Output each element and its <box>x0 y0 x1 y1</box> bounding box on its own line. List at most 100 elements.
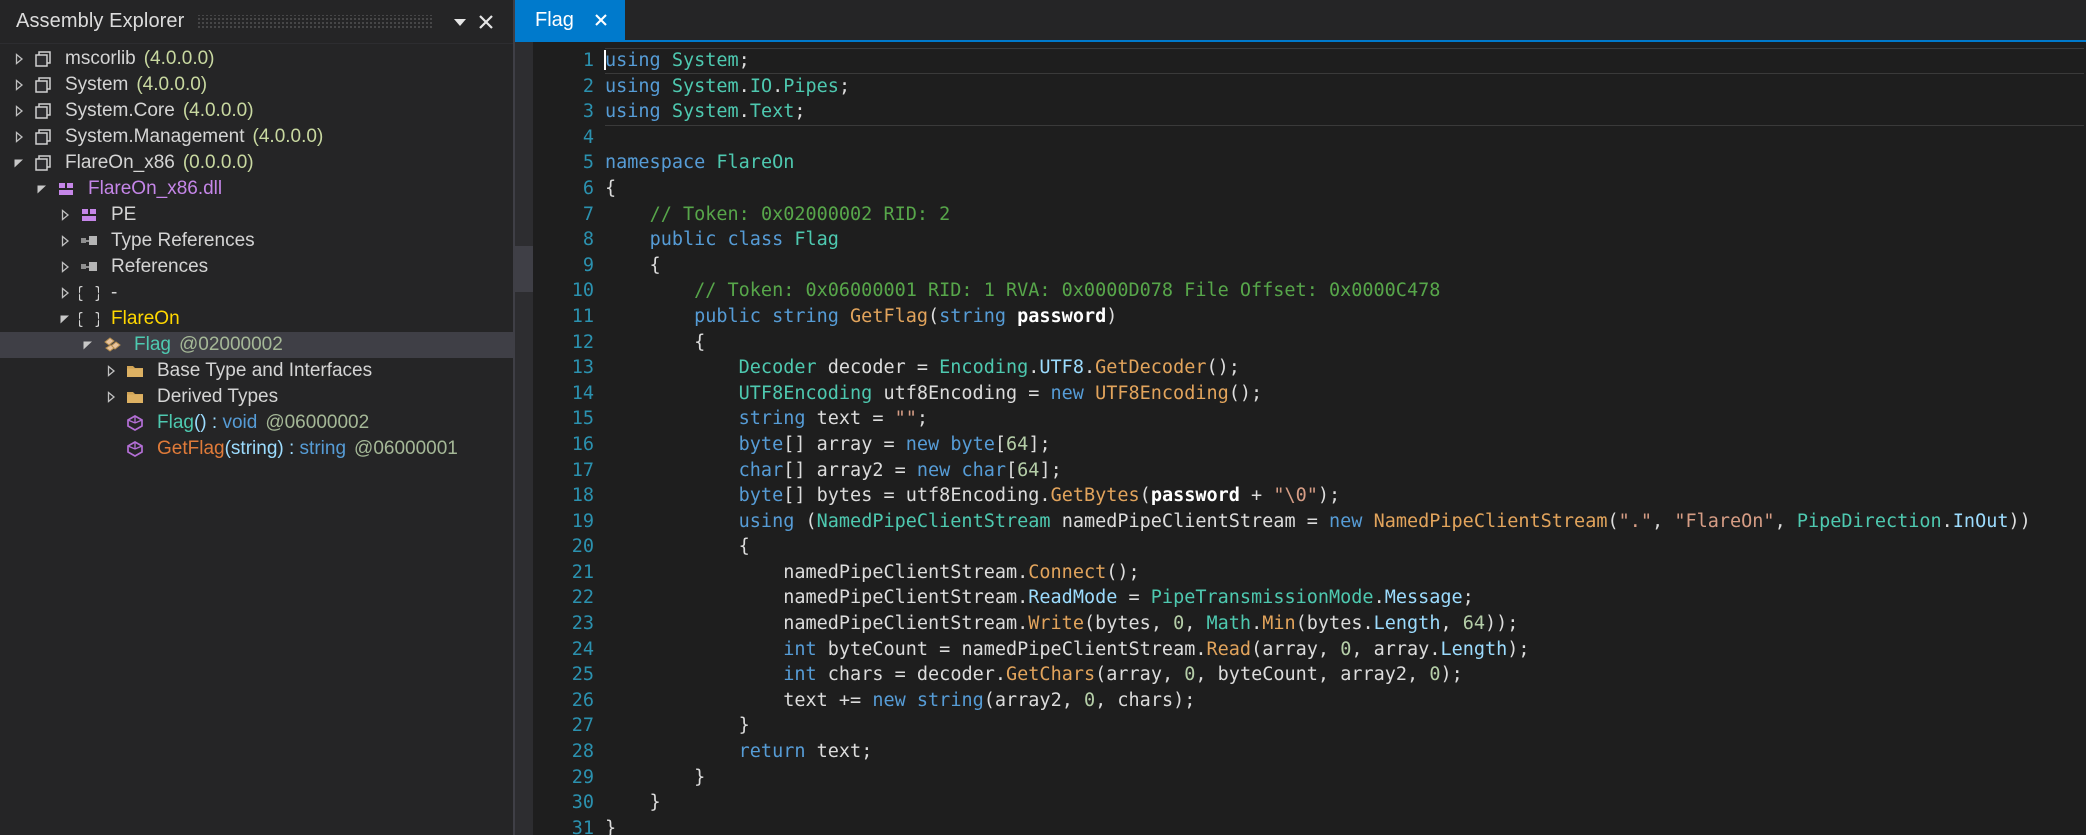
collapse-arrow-icon[interactable] <box>77 332 99 358</box>
line-number: 29 <box>571 766 594 788</box>
code-line[interactable]: 5 namespace FlareOn <box>533 150 2086 176</box>
code-line[interactable]: 21 namedPipeClientStream.Connect(); <box>533 560 2086 586</box>
code-line-text: text += new string(array2, 0, chars); <box>783 689 1196 711</box>
code-line[interactable]: 29 } <box>533 765 2086 791</box>
line-number: 18 <box>571 485 594 507</box>
code-line[interactable]: 11 public string GetFlag(string password… <box>533 304 2086 330</box>
code-line[interactable]: 14 UTF8Encoding utf8Encoding = new UTF8E… <box>533 381 2086 407</box>
assembly-tree[interactable]: mscorlib (4.0.0.0) System (4.0.0.0) System.C… <box>0 44 513 835</box>
code-text-area[interactable]: 1 using System; 2 using System.IO.Pipes; 3 us… <box>533 42 2086 835</box>
expand-arrow-icon[interactable] <box>54 202 76 228</box>
code-line[interactable]: 7 // Token: 0x02000002 RID: 2 <box>533 202 2086 228</box>
tree-item-flareon-x86-dll[interactable]: FlareOn_x86.dll <box>0 176 513 202</box>
expand-arrow-icon[interactable] <box>100 384 122 410</box>
close-icon[interactable] <box>590 9 612 31</box>
code-line[interactable]: 3 using System.Text; <box>533 99 2086 125</box>
line-number: 7 <box>582 203 594 225</box>
panel-drag-grip[interactable] <box>198 14 433 29</box>
close-icon[interactable] <box>473 9 499 35</box>
code-line[interactable]: 15 string text = ""; <box>533 406 2086 432</box>
code-line-text: int byteCount = namedPipeClientStream.Re… <box>783 638 1530 660</box>
collapse-arrow-icon[interactable] <box>8 150 30 176</box>
code-line[interactable]: 27 } <box>533 713 2086 739</box>
tree-item-[interactable]: { }- <box>0 280 513 306</box>
tab-label: Flag <box>535 8 574 31</box>
code-line[interactable]: 13 Decoder decoder = Encoding.UTF8.GetDe… <box>533 355 2086 381</box>
code-line[interactable]: 30 } <box>533 790 2086 816</box>
code-line[interactable]: 12 { <box>533 330 2086 356</box>
code-line[interactable]: 26 text += new string(array2, 0, chars); <box>533 688 2086 714</box>
tree-item-version: (4.0.0.0) <box>143 48 215 69</box>
code-line-text: using (NamedPipeClientStream namedPipeCl… <box>738 510 2031 532</box>
code-line-text: namedPipeClientStream.Write(bytes, 0, Ma… <box>783 613 1519 635</box>
tree-item-flag[interactable]: Flag @02000002 <box>0 332 513 358</box>
code-line-text: Decoder decoder = Encoding.UTF8.GetDecod… <box>738 357 1240 379</box>
tree-item-flag-void[interactable]: Flag() : void @06000002 <box>0 410 513 436</box>
tree-item-version: @06000001 <box>354 438 458 459</box>
editor-tabstrip[interactable]: Flag <box>515 0 2086 40</box>
tab-flag[interactable]: Flag <box>515 0 625 40</box>
code-line[interactable]: 17 char[] array2 = new char[64]; <box>533 458 2086 484</box>
code-line[interactable]: 31} <box>533 816 2086 835</box>
tree-item-flareon[interactable]: { } FlareOn <box>0 306 513 332</box>
tree-item-flareon-x86[interactable]: FlareOn_x86 (0.0.0.0) <box>0 150 513 176</box>
code-line[interactable]: 23 namedPipeClientStream.Write(bytes, 0,… <box>533 611 2086 637</box>
namespace-icon: { } <box>76 306 102 332</box>
namespace-icon: { } <box>76 280 102 306</box>
tree-item-mscorlib[interactable]: mscorlib (4.0.0.0) <box>0 46 513 72</box>
code-line[interactable]: 8 public class Flag <box>533 227 2086 253</box>
code-line[interactable]: 24 int byteCount = namedPipeClientStream… <box>533 637 2086 663</box>
method-icon <box>122 436 148 462</box>
code-line[interactable]: 19 using (NamedPipeClientStream namedPip… <box>533 509 2086 535</box>
tree-item-derived-types[interactable]: Derived Types <box>0 384 513 410</box>
tree-item-system-management[interactable]: System.Management (4.0.0.0) <box>0 124 513 150</box>
code-line[interactable]: 22 namedPipeClientStream.ReadMode = Pipe… <box>533 585 2086 611</box>
code-line-text: byte[] bytes = utf8Encoding.GetBytes(pas… <box>738 485 1341 507</box>
tree-item-system-core[interactable]: System.Core (4.0.0.0) <box>0 98 513 124</box>
code-line[interactable]: 25 int chars = decoder.GetChars(array, 0… <box>533 662 2086 688</box>
tree-item-version: (4.0.0.0) <box>252 126 324 147</box>
code-line-text: byte[] array = new byte[64]; <box>738 433 1051 455</box>
code-line[interactable]: 1 using System; <box>533 48 2086 74</box>
expand-arrow-icon[interactable] <box>8 46 30 72</box>
code-line[interactable]: 6{ <box>533 176 2086 202</box>
assembly-explorer-panel: Assembly Explorer mscorlib (4.0.0.0) Syste… <box>0 0 515 835</box>
line-number: 13 <box>571 357 594 379</box>
tree-item-getflag-string-string[interactable]: GetFlag(string) : string @06000001 <box>0 436 513 462</box>
tree-item-references[interactable]: References <box>0 254 513 280</box>
tree-item-type-references[interactable]: Type References <box>0 228 513 254</box>
tree-item-system[interactable]: System (4.0.0.0) <box>0 72 513 98</box>
tree-item-base-type-and-interfaces[interactable]: Base Type and Interfaces <box>0 358 513 384</box>
assembly-explorer-header: Assembly Explorer <box>0 0 513 44</box>
expand-arrow-icon[interactable] <box>54 254 76 280</box>
expand-arrow-icon[interactable] <box>100 358 122 384</box>
code-line[interactable]: 20 { <box>533 534 2086 560</box>
code-line[interactable]: 10 // Token: 0x06000001 RID: 1 RVA: 0x00… <box>533 278 2086 304</box>
tree-item-version: (4.0.0.0) <box>182 100 254 121</box>
expand-arrow-icon[interactable] <box>8 72 30 98</box>
line-number: 9 <box>582 254 594 276</box>
code-line[interactable]: 18 byte[] bytes = utf8Encoding.GetBytes(… <box>533 483 2086 509</box>
code-line[interactable]: 16 byte[] array = new byte[64]; <box>533 432 2086 458</box>
collapse-arrow-icon[interactable] <box>54 306 76 332</box>
line-number: 16 <box>571 433 594 455</box>
expand-arrow-icon[interactable] <box>8 124 30 150</box>
code-line[interactable]: 9 { <box>533 253 2086 279</box>
code-line-text: using System; <box>604 50 750 71</box>
gutter-scroll-thumb[interactable] <box>515 246 533 292</box>
expand-arrow-icon[interactable] <box>54 280 76 306</box>
assembly-icon <box>30 98 56 124</box>
expand-arrow-icon[interactable] <box>54 228 76 254</box>
expand-arrow-icon[interactable] <box>8 98 30 124</box>
line-number: 8 <box>582 229 594 251</box>
code-line[interactable]: 28 return text; <box>533 739 2086 765</box>
code-line-text: { <box>605 331 706 353</box>
method-icon <box>122 410 148 436</box>
code-line[interactable]: 4 <box>533 125 2086 151</box>
editor-gutter-scrollbar[interactable] <box>515 42 533 835</box>
code-line[interactable]: 2 using System.IO.Pipes; <box>533 74 2086 100</box>
tree-item-pe[interactable]: PE <box>0 202 513 228</box>
collapse-arrow-icon[interactable] <box>31 176 53 202</box>
chevron-down-icon[interactable] <box>447 9 473 35</box>
